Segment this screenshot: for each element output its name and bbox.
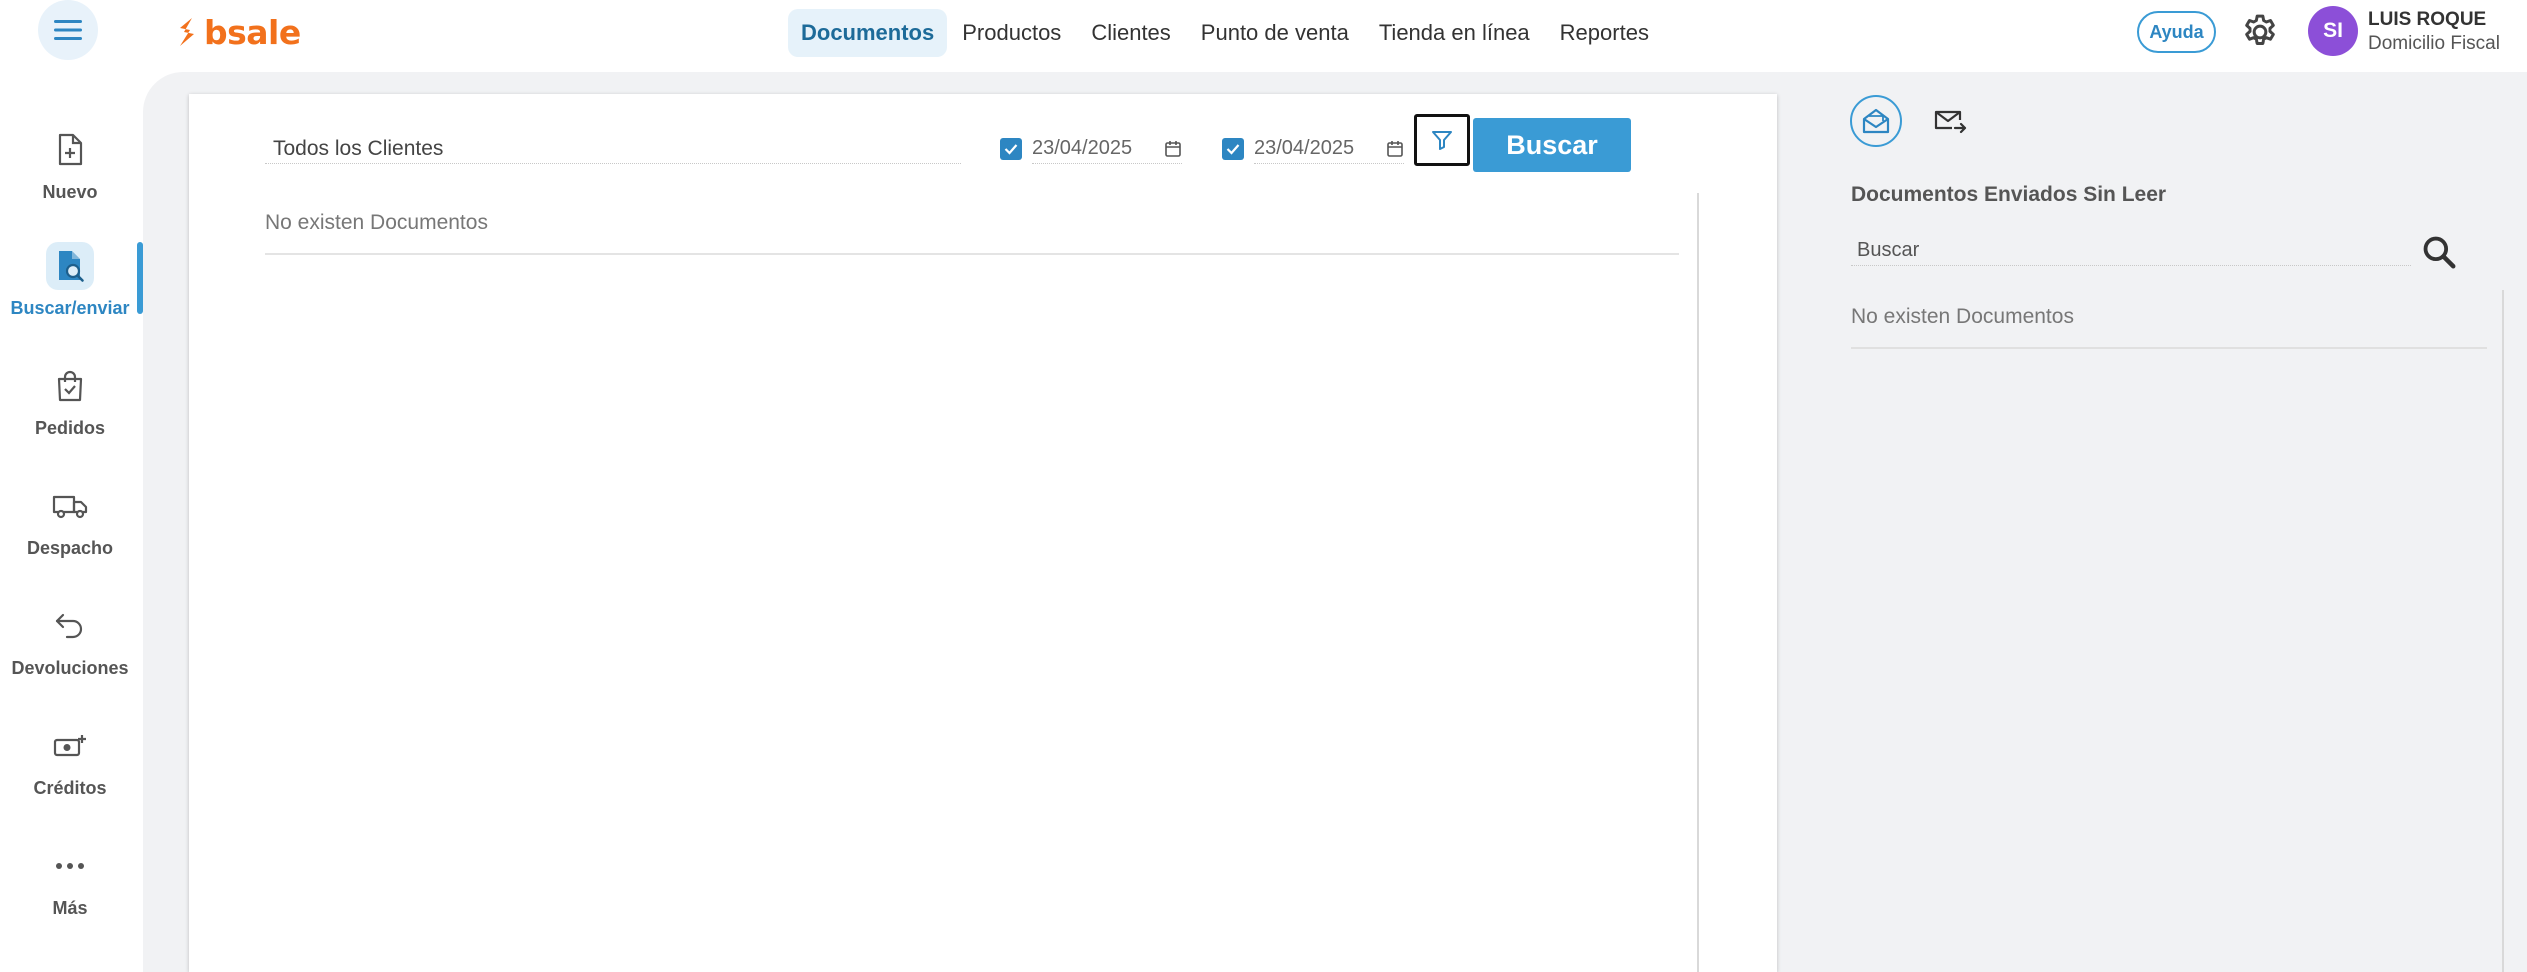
file-search-icon bbox=[59, 251, 84, 282]
open-mail-icon bbox=[1862, 108, 1890, 134]
logo[interactable]: bsale bbox=[176, 12, 301, 52]
nav-reportes[interactable]: Reportes bbox=[1545, 9, 1664, 57]
date-to-input[interactable]: 23/04/2025 bbox=[1254, 134, 1404, 164]
main-nav: Documentos Productos Clientes Punto de v… bbox=[788, 9, 1664, 57]
tab-send-mail[interactable] bbox=[1930, 102, 1970, 142]
sidebar-icon-wrap bbox=[46, 482, 94, 530]
hamburger-icon bbox=[54, 20, 82, 40]
empty-documents-message: No existen Documentos bbox=[265, 211, 1679, 255]
user-name[interactable]: LUIS ROQUE bbox=[2368, 9, 2486, 31]
nav-tienda-en-linea[interactable]: Tienda en línea bbox=[1364, 9, 1545, 57]
avatar[interactable]: SI bbox=[2308, 6, 2358, 56]
user-subtitle: Domicilio Fiscal bbox=[2368, 33, 2500, 54]
date-from-checkbox[interactable] bbox=[1000, 138, 1022, 160]
sidebar-item-label: Devoluciones bbox=[11, 658, 129, 678]
sidebar-icon-wrap bbox=[46, 362, 94, 410]
date-to-value: 23/04/2025 bbox=[1254, 137, 1355, 159]
date-from-input[interactable]: 23/04/2025 bbox=[1032, 134, 1182, 164]
panel-title: Documentos Enviados Sin Leer bbox=[1851, 183, 2167, 206]
sidebar-item-despacho[interactable]: Despacho bbox=[0, 482, 140, 582]
divider bbox=[1697, 193, 1699, 972]
client-select[interactable]: Todos los Clientes bbox=[265, 134, 961, 164]
help-button[interactable]: Ayuda bbox=[2137, 11, 2216, 53]
search-button[interactable]: Buscar bbox=[1473, 118, 1631, 172]
tab-unread-documents[interactable] bbox=[1850, 95, 1902, 147]
top-bar: bsale Documentos Productos Clientes Punt… bbox=[0, 0, 2527, 64]
truck-icon bbox=[52, 495, 88, 519]
date-to-checkbox[interactable] bbox=[1222, 138, 1244, 160]
send-mail-icon bbox=[1934, 110, 1967, 134]
checkmark-icon bbox=[1004, 144, 1018, 155]
sidebar-icon-wrap bbox=[46, 242, 94, 290]
sidebar-item-mas[interactable]: Más bbox=[0, 842, 140, 942]
nav-productos[interactable]: Productos bbox=[947, 9, 1076, 57]
panel-search-input[interactable]: Buscar bbox=[1851, 236, 2411, 266]
logo-text: bsale bbox=[204, 12, 301, 52]
sidebar-item-label: Más bbox=[52, 898, 88, 918]
date-from-group: 23/04/2025 bbox=[1000, 134, 1182, 164]
sidebar-item-label: Nuevo bbox=[42, 182, 98, 202]
sidebar-icon-wrap bbox=[46, 602, 94, 650]
sidebar: Nuevo Buscar/enviar Pedidos Despacho Dev… bbox=[0, 64, 143, 972]
filter-icon bbox=[1432, 131, 1452, 150]
calendar-icon[interactable] bbox=[1386, 140, 1404, 158]
filter-button[interactable] bbox=[1414, 114, 1470, 166]
nav-punto-de-venta[interactable]: Punto de venta bbox=[1186, 9, 1364, 57]
gear-icon[interactable] bbox=[2240, 12, 2280, 52]
sidebar-item-label: Pedidos bbox=[34, 418, 105, 438]
sidebar-item-devoluciones[interactable]: Devoluciones bbox=[0, 602, 140, 702]
search-icon[interactable] bbox=[2420, 233, 2458, 271]
sidebar-item-label: Despacho bbox=[26, 538, 114, 558]
sidebar-item-pedidos[interactable]: Pedidos bbox=[0, 362, 140, 462]
nav-documentos[interactable]: Documentos bbox=[788, 9, 948, 57]
file-plus-icon bbox=[58, 133, 83, 166]
empty-unread-message: No existen Documentos bbox=[1851, 305, 2487, 349]
bsale-logo-icon bbox=[180, 18, 194, 46]
panel-divider bbox=[2502, 290, 2504, 972]
sidebar-icon-wrap bbox=[46, 842, 94, 890]
nav-clientes[interactable]: Clientes bbox=[1076, 9, 1185, 57]
sidebar-item-nuevo[interactable]: Nuevo bbox=[0, 126, 140, 226]
sidebar-item-label: Buscar/enviar bbox=[10, 298, 130, 318]
sidebar-icon-wrap bbox=[46, 722, 94, 770]
date-from-value: 23/04/2025 bbox=[1032, 137, 1133, 159]
sidebar-item-creditos[interactable]: Créditos bbox=[0, 722, 140, 822]
date-to-group: 23/04/2025 bbox=[1222, 134, 1404, 164]
sidebar-item-buscar-enviar[interactable]: Buscar/enviar bbox=[0, 242, 140, 342]
sidebar-icon-wrap bbox=[46, 126, 94, 174]
return-arrow-icon bbox=[55, 613, 83, 639]
menu-button[interactable] bbox=[38, 0, 98, 60]
sidebar-item-label: Créditos bbox=[33, 778, 107, 798]
shopping-bag-icon bbox=[57, 370, 83, 402]
checkmark-icon bbox=[1226, 144, 1240, 155]
more-dots-icon bbox=[56, 863, 84, 869]
cash-plus-icon bbox=[53, 735, 86, 757]
calendar-icon[interactable] bbox=[1164, 140, 1182, 158]
